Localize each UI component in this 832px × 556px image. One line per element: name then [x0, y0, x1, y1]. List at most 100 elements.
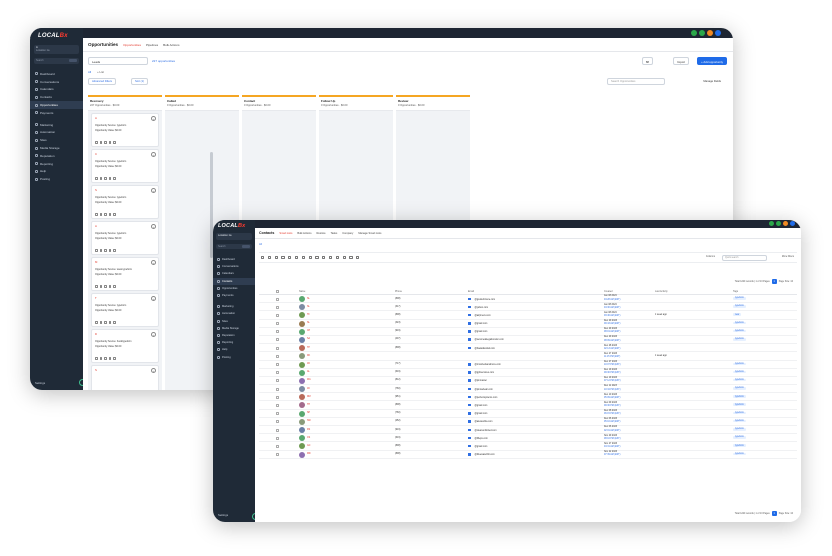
- header-tags[interactable]: Tags: [733, 290, 738, 293]
- sidebar-item-reporting[interactable]: Reporting: [213, 339, 255, 346]
- email-icon[interactable]: [104, 177, 107, 180]
- contact-email[interactable]: @pinnacleair.com: [468, 387, 493, 390]
- table-row[interactable]: SL (317) @yahoo.com Jan 08 2024 04:30 AM (ES…: [259, 303, 797, 312]
- sidebar-item-sites[interactable]: Sites: [213, 318, 255, 325]
- app-icon-2[interactable]: [699, 30, 705, 36]
- sidebar-item-marketing[interactable]: Marketing: [213, 303, 255, 310]
- row-checkbox[interactable]: [276, 412, 279, 416]
- row-checkbox[interactable]: [276, 297, 279, 301]
- merge-icon[interactable]: [335, 255, 340, 260]
- row-checkbox[interactable]: [276, 387, 279, 391]
- account-switcher[interactable]: Location 1a: [216, 233, 252, 240]
- sidebar-item-contacts[interactable]: Contacts: [30, 93, 83, 101]
- sidebar-item-help[interactable]: Help: [30, 168, 83, 176]
- contact-phone[interactable]: (619): [395, 437, 400, 439]
- advanced-filters-button[interactable]: Advanced Filters: [88, 78, 117, 85]
- opportunity-name[interactable]: C: [95, 152, 155, 156]
- row-checkbox[interactable]: [276, 403, 279, 407]
- opportunity-card[interactable]: M Opportunity Source: www.typeform Opportu…: [91, 257, 159, 291]
- contact-email[interactable]: @cleanunlimited.com: [468, 428, 497, 431]
- contact-phone[interactable]: (808): [395, 445, 400, 447]
- tag-add-icon[interactable]: [294, 255, 299, 260]
- contact-email[interactable]: @gmail.com: [468, 330, 487, 333]
- contact-email[interactable]: @gsuiteforsure.com: [468, 297, 495, 300]
- page-size-select[interactable]: Page Size: 10: [779, 513, 793, 515]
- tab-smart-lists[interactable]: Smart Lists: [279, 232, 292, 235]
- tag-badge[interactable]: typeform: [733, 452, 746, 456]
- table-row[interactable]: SP (760) @gmail.com Dec 08 2023 06:15 PM (ES…: [259, 410, 797, 418]
- sidebar-item-marketing[interactable]: Marketing: [30, 121, 83, 129]
- row-checkbox[interactable]: [276, 444, 279, 448]
- sidebar-item-posting[interactable]: Posting: [30, 175, 83, 183]
- tag-badge[interactable]: typeform: [733, 419, 746, 423]
- tag-badge[interactable]: typeform: [733, 337, 746, 341]
- sidebar-item-automation[interactable]: Automation: [30, 129, 83, 137]
- message-icon[interactable]: [99, 249, 103, 252]
- tab-all[interactable]: All: [88, 70, 91, 74]
- contact-phone[interactable]: (407): [395, 338, 400, 340]
- contact-email[interactable]: @hawaiikoolair.com: [468, 346, 495, 349]
- message-icon[interactable]: [99, 321, 103, 324]
- more-filters-button[interactable]: More Filters: [782, 256, 794, 258]
- sidebar-item-media-storage[interactable]: Media Storage: [213, 325, 255, 332]
- table-row[interactable]: JD (760) @pinnacleair.com Dec 11 2023 10:34 …: [259, 385, 797, 394]
- task-icon[interactable]: [108, 357, 112, 360]
- row-checkbox[interactable]: [276, 338, 279, 342]
- opportunity-name[interactable]: A: [95, 116, 155, 120]
- grid-view-button[interactable]: 88: [641, 57, 653, 65]
- table-row[interactable]: GC (808) @gmail.com Nov 27 2023 04:31 AM (ES…: [259, 442, 797, 451]
- email-icon[interactable]: [104, 141, 107, 144]
- table-row[interactable]: SL (808) @gsuiteforsure.com Jan 08 2024 04:2…: [259, 295, 797, 304]
- sidebar-item-reporting[interactable]: Reporting: [30, 160, 83, 168]
- contact-phone[interactable]: (812): [395, 379, 400, 381]
- pipeline-select[interactable]: Leads: [88, 57, 148, 65]
- calendar-icon[interactable]: [342, 255, 346, 260]
- contact-email[interactable]: @servicedelegationsinc.com: [468, 338, 504, 341]
- tab-manage-smart-lists[interactable]: Manage Smart Lists: [358, 232, 381, 235]
- table-row[interactable]: WA (812) @pinmaster Dec 19 2023 07:12 PM (ES…: [259, 377, 797, 386]
- contact-phone[interactable]: (808): [395, 347, 400, 349]
- task-icon[interactable]: [108, 285, 112, 288]
- opportunity-name[interactable]: T: [95, 296, 155, 300]
- row-checkbox[interactable]: [276, 428, 279, 432]
- tab-tasks[interactable]: Tasks: [331, 232, 338, 235]
- card-add-icon[interactable]: +: [151, 152, 156, 157]
- row-checkbox[interactable]: [276, 371, 279, 375]
- opportunity-name[interactable]: A: [95, 224, 155, 228]
- export-icon[interactable]: [322, 255, 326, 260]
- opportunity-card[interactable]: S Opportunity Source: typeform Opportunity…: [91, 185, 159, 219]
- table-row[interactable]: MD (808) @bluewaterhiit.com Nov 22 2023 07:3…: [259, 451, 797, 459]
- contact-email[interactable]: @airpiners.com: [468, 313, 491, 317]
- opportunity-name[interactable]: M: [95, 260, 155, 264]
- contact-phone[interactable]: (760): [395, 412, 400, 414]
- sidebar-item-automation[interactable]: Automation: [213, 310, 255, 317]
- table-row[interactable]: TP (808) @hawaiikoolair.com Dec 28 2023 02:1…: [259, 344, 797, 353]
- row-checkbox[interactable]: [276, 436, 279, 440]
- card-add-icon[interactable]: +: [151, 116, 156, 121]
- tag-badge[interactable]: typeform: [733, 403, 746, 407]
- tag-badge[interactable]: typeform: [733, 305, 746, 308]
- header-email[interactable]: Email: [468, 290, 474, 293]
- card-add-icon[interactable]: +: [151, 368, 156, 373]
- contact-phone[interactable]: (717): [395, 363, 400, 365]
- sidebar-item-posting[interactable]: Posting: [213, 353, 255, 360]
- table-row[interactable]: SL (323) @gmail.com Dec 29 2023 09:43 AM (ES…: [259, 320, 797, 328]
- contact-email[interactable]: @hlleps.com: [468, 436, 488, 440]
- phone-icon[interactable]: [95, 141, 98, 144]
- message-icon[interactable]: [99, 141, 103, 144]
- contact-email[interactable]: @gphservices.com: [468, 371, 494, 374]
- contact-email[interactable]: @pinmaster: [468, 379, 487, 382]
- settings-link[interactable]: Settings: [35, 381, 45, 385]
- table-row[interactable]: RM (951) @perfectsystems.com Dec 10 2023 05:…: [259, 393, 797, 402]
- row-checkbox[interactable]: [276, 395, 279, 399]
- sidebar-item-dashboard[interactable]: Dashboard: [30, 70, 83, 78]
- header-created[interactable]: Created: [604, 290, 613, 293]
- contact-email[interactable]: @gmail.com: [468, 412, 487, 415]
- phone-icon[interactable]: [95, 357, 98, 360]
- table-row[interactable]: DS (919) @cleanunlimited.com Dec 06 2023 02:…: [259, 426, 797, 435]
- tag-badge[interactable]: typeform: [733, 321, 746, 325]
- app-icon-3[interactable]: [707, 30, 713, 36]
- contact-phone[interactable]: (808): [395, 314, 400, 316]
- email-icon[interactable]: [104, 321, 107, 324]
- opportunity-card[interactable]: T Opportunity Source: typeform Opportunity…: [91, 293, 159, 327]
